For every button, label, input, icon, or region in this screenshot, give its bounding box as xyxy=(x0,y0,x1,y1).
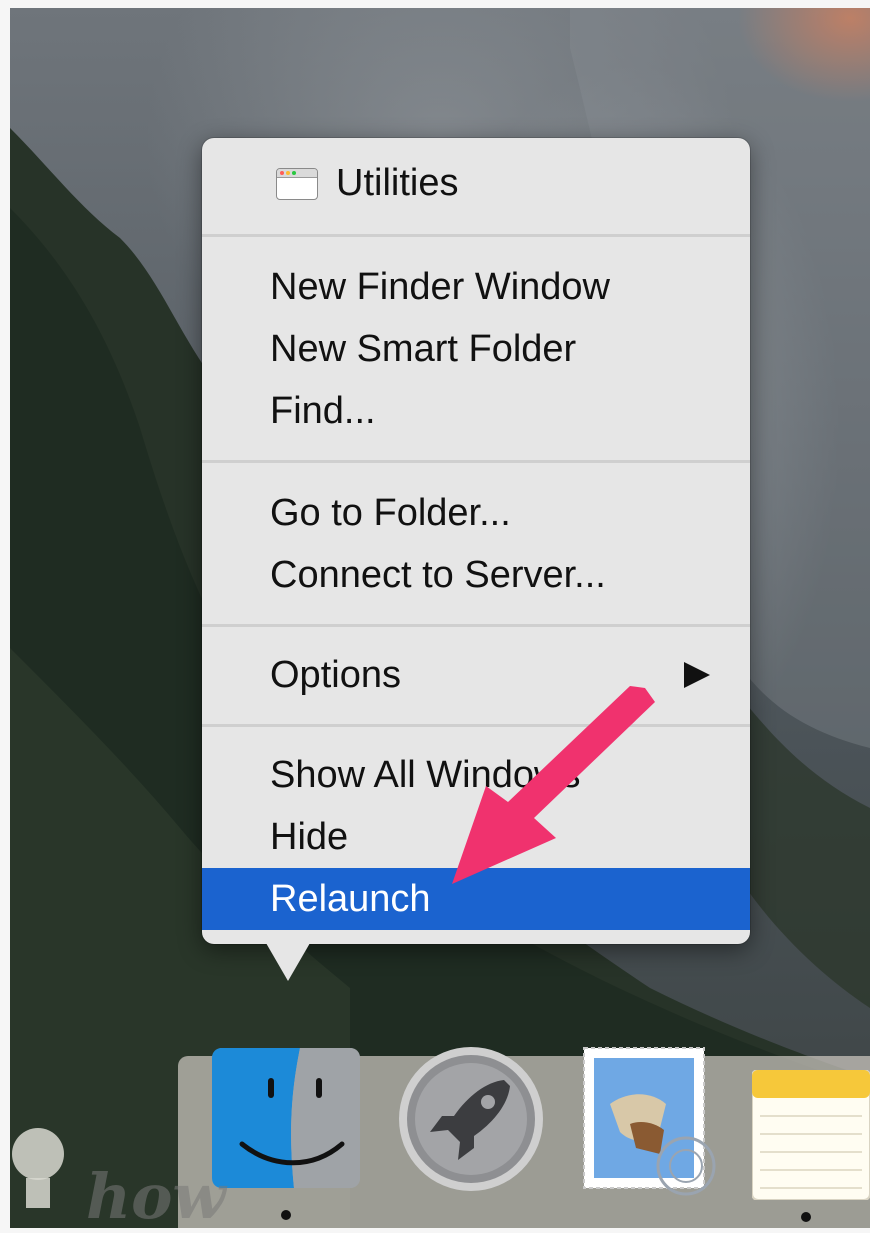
running-indicator xyxy=(801,1212,811,1222)
window-icon xyxy=(276,168,318,200)
menu-item-find[interactable]: Find... xyxy=(202,380,750,442)
mail-icon[interactable] xyxy=(580,1044,722,1196)
menu-item-new-finder-window[interactable]: New Finder Window xyxy=(202,256,750,318)
menu-separator xyxy=(202,724,750,727)
lightbulb-icon xyxy=(12,1128,64,1208)
menu-item-new-smart-folder[interactable]: New Smart Folder xyxy=(202,318,750,380)
dock-context-menu: Utilities New Finder Window New Smart Fo… xyxy=(202,138,750,944)
menu-separator xyxy=(202,460,750,463)
launchpad-icon[interactable] xyxy=(396,1044,546,1194)
running-indicator xyxy=(281,1210,291,1220)
menu-item-hide[interactable]: Hide xyxy=(202,806,750,868)
menu-separator xyxy=(202,234,750,237)
menu-item-go-to-folder[interactable]: Go to Folder... xyxy=(202,482,750,544)
submenu-arrow-icon xyxy=(684,662,710,688)
menu-title: Utilities xyxy=(336,162,459,204)
notes-icon[interactable] xyxy=(752,1070,870,1200)
menu-item-options[interactable]: Options xyxy=(202,644,750,706)
menu-header: Utilities xyxy=(202,152,750,214)
menu-item-show-all-windows[interactable]: Show All Windows xyxy=(202,744,750,806)
menu-pointer xyxy=(266,943,310,981)
menu-item-options-label: Options xyxy=(270,654,401,696)
menu-separator xyxy=(202,624,750,627)
watermark-text: how xyxy=(86,1160,226,1233)
finder-icon[interactable] xyxy=(212,1048,360,1188)
menu-item-relaunch[interactable]: Relaunch xyxy=(202,868,750,930)
menu-item-connect-to-server[interactable]: Connect to Server... xyxy=(202,544,750,606)
